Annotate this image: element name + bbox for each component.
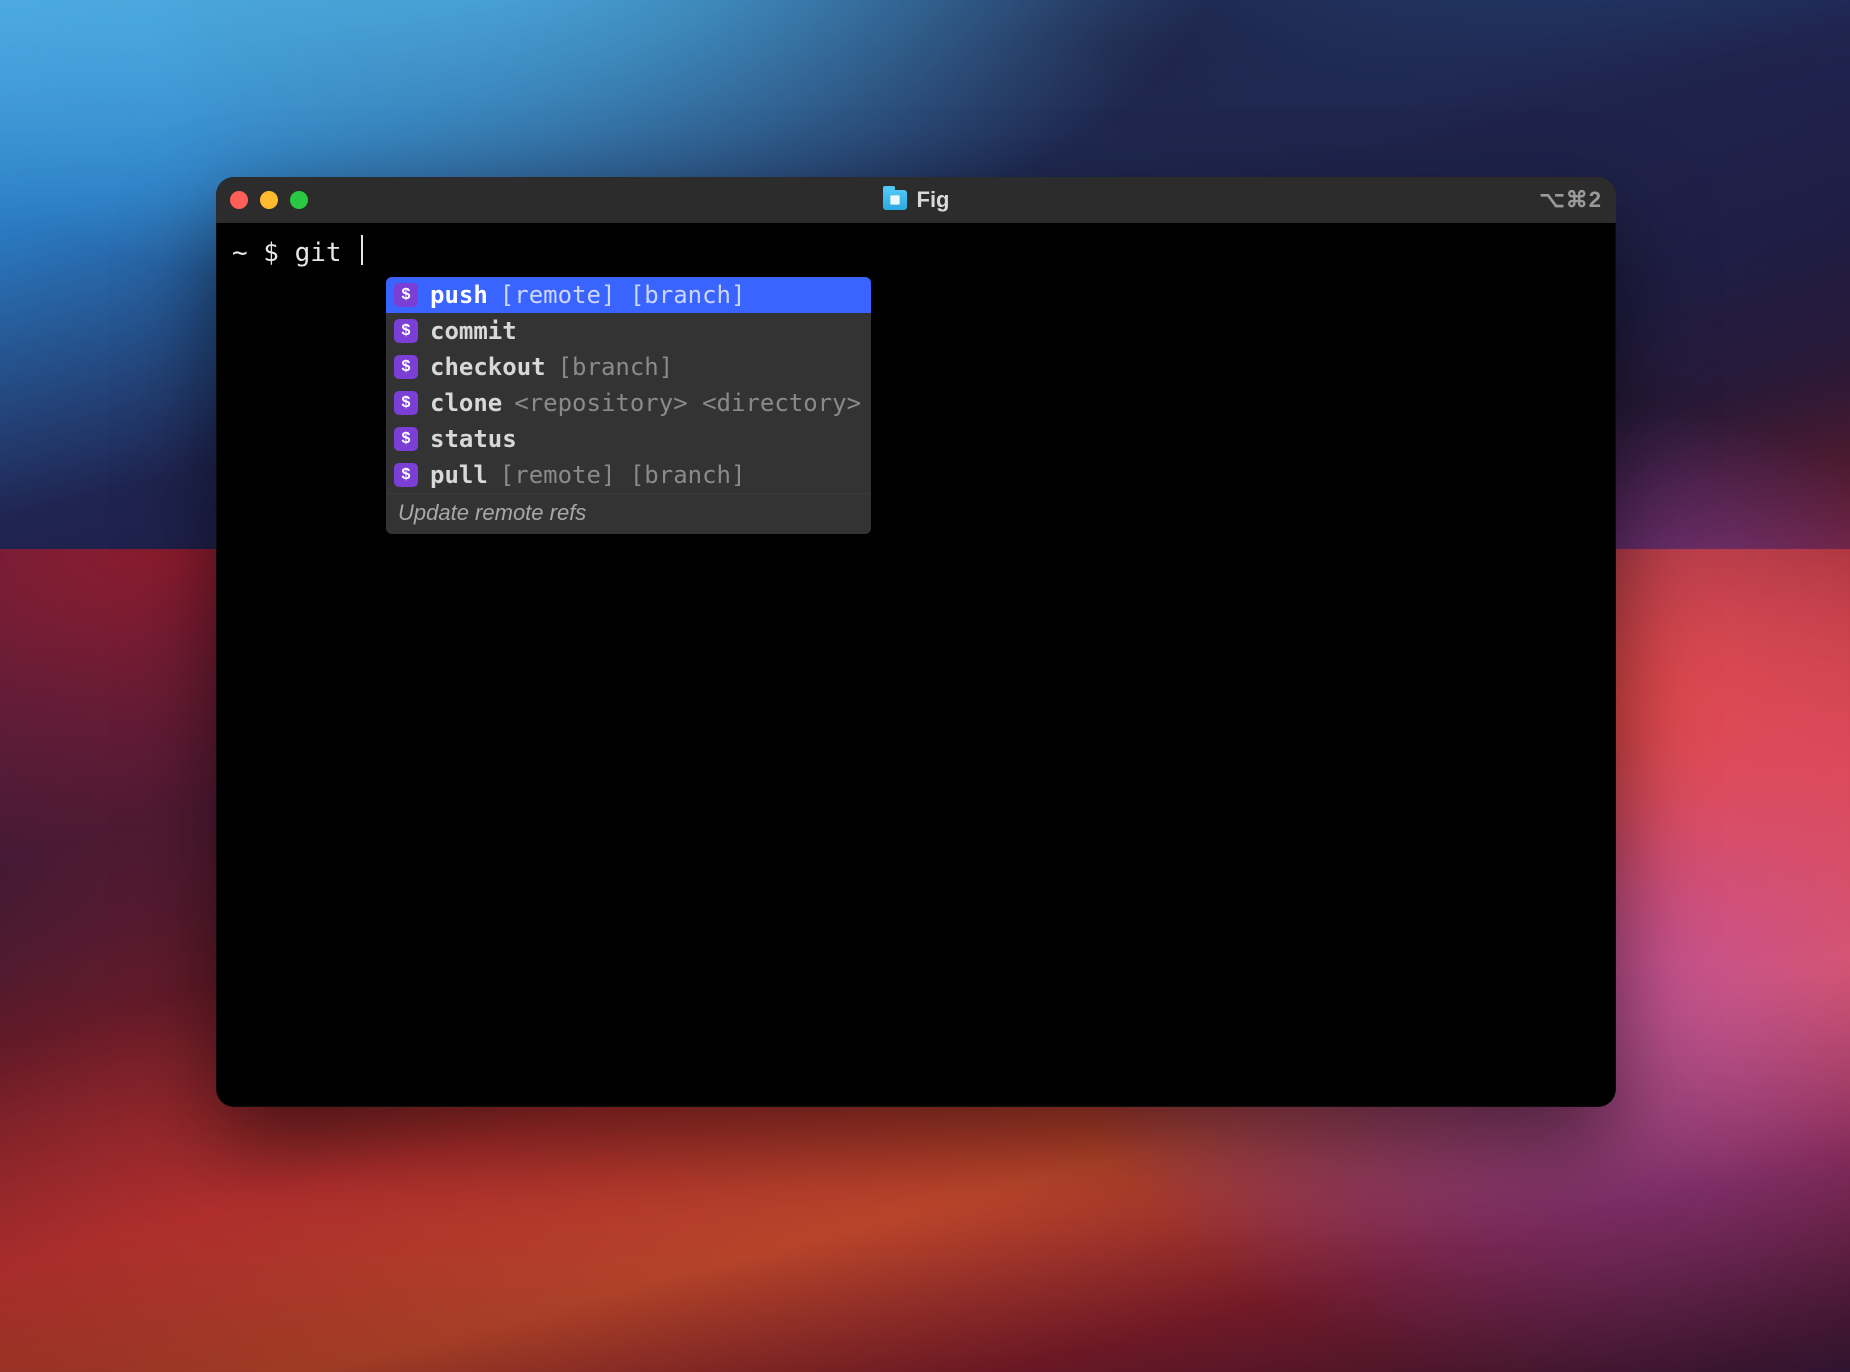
autocomplete-item-name: push (430, 281, 488, 309)
autocomplete-item-args: [remote] [branch] (500, 461, 746, 489)
autocomplete-item-name: checkout (430, 353, 546, 381)
zoom-button[interactable] (290, 191, 308, 209)
subcommand-icon: $ (394, 355, 418, 379)
autocomplete-item-status[interactable]: $ status (386, 421, 871, 457)
typed-command: git (295, 238, 358, 268)
window-shortcut-hint: ⌥⌘2 (1539, 187, 1602, 213)
autocomplete-description: Update remote refs (386, 493, 871, 534)
cursor (361, 235, 363, 265)
autocomplete-item-pull[interactable]: $ pull [remote] [branch] (386, 457, 871, 493)
close-button[interactable] (230, 191, 248, 209)
autocomplete-item-checkout[interactable]: $ checkout [branch] (386, 349, 871, 385)
autocomplete-item-name: status (430, 425, 517, 453)
window-title: Fig (216, 187, 1616, 213)
minimize-button[interactable] (260, 191, 278, 209)
subcommand-icon: $ (394, 391, 418, 415)
subcommand-icon: $ (394, 283, 418, 307)
prompt-line: ~ $ git (232, 235, 1600, 268)
shell-prompt: ~ $ (232, 238, 295, 268)
autocomplete-item-name: commit (430, 317, 517, 345)
subcommand-icon: $ (394, 427, 418, 451)
terminal-body[interactable]: ~ $ git $ push [remote] [branch] $ commi… (216, 223, 1616, 284)
autocomplete-item-name: clone (430, 389, 502, 417)
autocomplete-item-args: [branch] (558, 353, 674, 381)
titlebar: Fig ⌥⌘2 (216, 177, 1616, 223)
autocomplete-popup: $ push [remote] [branch] $ commit $ chec… (386, 277, 871, 534)
autocomplete-item-commit[interactable]: $ commit (386, 313, 871, 349)
terminal-window: Fig ⌥⌘2 ~ $ git $ push [remote] [branch]… (216, 177, 1616, 1107)
subcommand-icon: $ (394, 463, 418, 487)
autocomplete-item-args: [remote] [branch] (500, 281, 746, 309)
folder-icon (883, 190, 907, 210)
subcommand-icon: $ (394, 319, 418, 343)
autocomplete-item-clone[interactable]: $ clone <repository> <directory> (386, 385, 871, 421)
autocomplete-item-args: <repository> <directory> (514, 389, 861, 417)
window-title-text: Fig (917, 187, 950, 213)
autocomplete-item-name: pull (430, 461, 488, 489)
autocomplete-item-push[interactable]: $ push [remote] [branch] (386, 277, 871, 313)
window-controls (230, 191, 308, 209)
